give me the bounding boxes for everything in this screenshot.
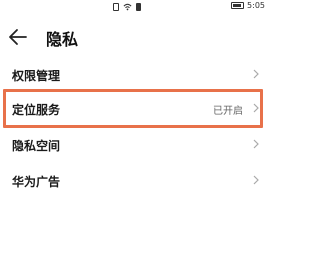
battery-icon <box>231 2 245 9</box>
status-icons <box>113 2 161 12</box>
wifi-icon <box>123 3 132 11</box>
chevron-right-icon <box>253 69 259 79</box>
list-item-huawei-ads[interactable]: 华为广告 <box>0 164 271 198</box>
list-item-label: 隐私空间 <box>12 139 61 153</box>
status-bar: 5:05 <box>0 0 271 14</box>
list-item-label: 权限管理 <box>12 69 61 83</box>
list-item-label: 华为广告 <box>12 175 61 189</box>
status-time: 5:05 <box>247 1 265 10</box>
sim-icon <box>113 3 119 11</box>
list-item-permission-management[interactable]: 权限管理 <box>0 58 271 92</box>
highlight-box <box>3 89 263 128</box>
arrow-left-icon[interactable] <box>8 28 28 46</box>
page-title: 隐私 <box>46 30 79 49</box>
list-item-privacy-space[interactable]: 隐私空间 <box>0 128 271 162</box>
battery-small-icon <box>136 3 141 11</box>
header: 隐私 <box>0 22 271 52</box>
status-right: 5:05 <box>231 1 265 10</box>
chevron-right-icon <box>253 175 259 185</box>
chevron-right-icon <box>253 139 259 149</box>
